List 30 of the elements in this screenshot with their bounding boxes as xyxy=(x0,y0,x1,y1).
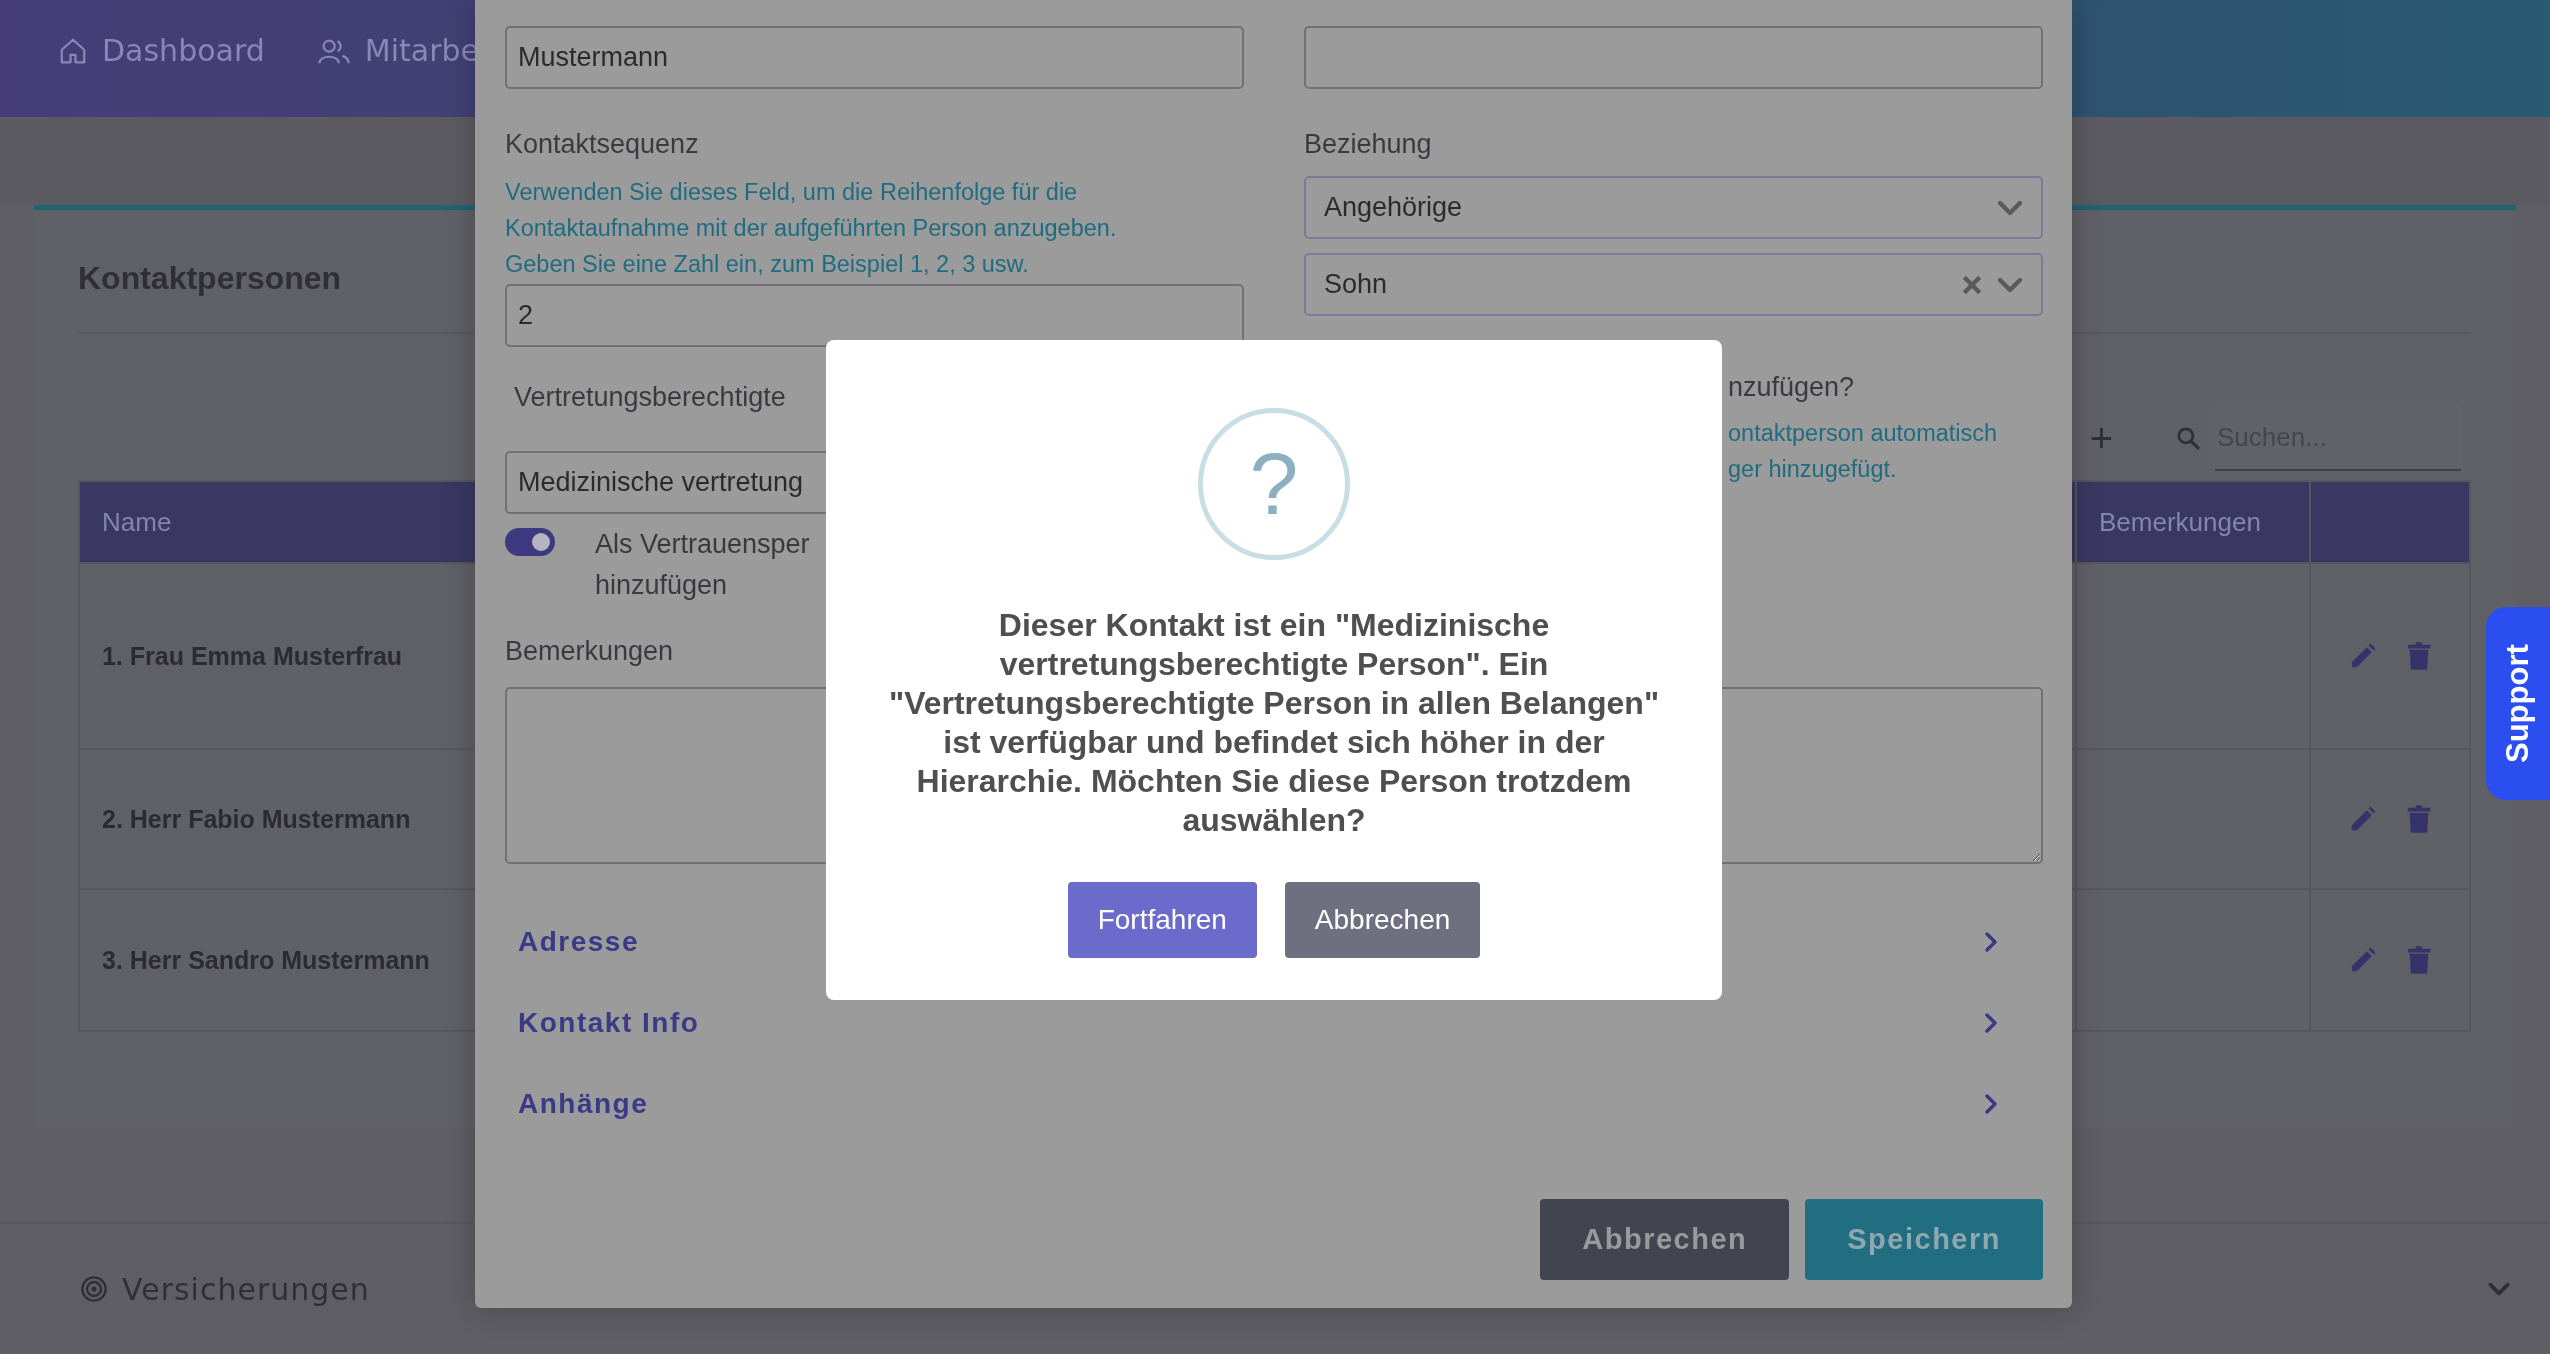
field-label: Kontaktsequenz xyxy=(505,129,699,160)
help-text: ontaktperson automatisch ger hinzugefügt. xyxy=(1728,419,1999,484)
nav-link[interactable]: Dashboard xyxy=(102,33,265,68)
select-field[interactable]: Angehörige xyxy=(1304,176,2043,239)
field-label: Bemerkungen xyxy=(505,636,674,667)
field-label: nzufügen? xyxy=(1728,372,1855,403)
accordion-link[interactable]: Adresse xyxy=(518,925,639,958)
accordion-link[interactable]: Anhänge xyxy=(518,1087,649,1120)
cancel-button[interactable]: Abbrechen xyxy=(1540,1199,1790,1280)
text-field[interactable] xyxy=(1304,26,2043,89)
field-label: Vertretungsberechtigte xyxy=(514,382,786,413)
column-header: Bemerkungen xyxy=(2076,481,2310,563)
add-button[interactable]: + xyxy=(2089,415,2113,461)
trash-icon[interactable] xyxy=(2406,945,2432,975)
continue-button[interactable]: Fortfahren xyxy=(1067,882,1257,958)
save-button[interactable]: Speichern xyxy=(1805,1199,2043,1280)
nav-link[interactable]: Mitarbe xyxy=(364,33,479,68)
search-icon xyxy=(2175,425,2201,451)
text-field[interactable]: Mustermann xyxy=(505,26,1244,89)
support-tab[interactable]: Support xyxy=(2486,607,2550,800)
toggle-switch[interactable] xyxy=(505,528,555,556)
field-label: Beziehung xyxy=(1304,129,1432,160)
target-icon xyxy=(80,1275,108,1303)
help-text: Verwenden Sie dieses Feld, um die Reihenfolge für die Kontaktaufnahme mit der aufgeführten Person anzugeben. Geben Sie eine Zahl ein, zum Beispiel 1, 2, 3 usw. xyxy=(505,178,1118,279)
question-icon: ? xyxy=(1198,408,1350,560)
clear-icon[interactable] xyxy=(1961,273,1983,296)
trash-icon[interactable] xyxy=(2406,641,2432,671)
cancel-button[interactable]: Abbrechen xyxy=(1284,882,1481,958)
trash-icon[interactable] xyxy=(2406,804,2432,834)
select-field[interactable]: Sohn xyxy=(1304,253,2043,316)
